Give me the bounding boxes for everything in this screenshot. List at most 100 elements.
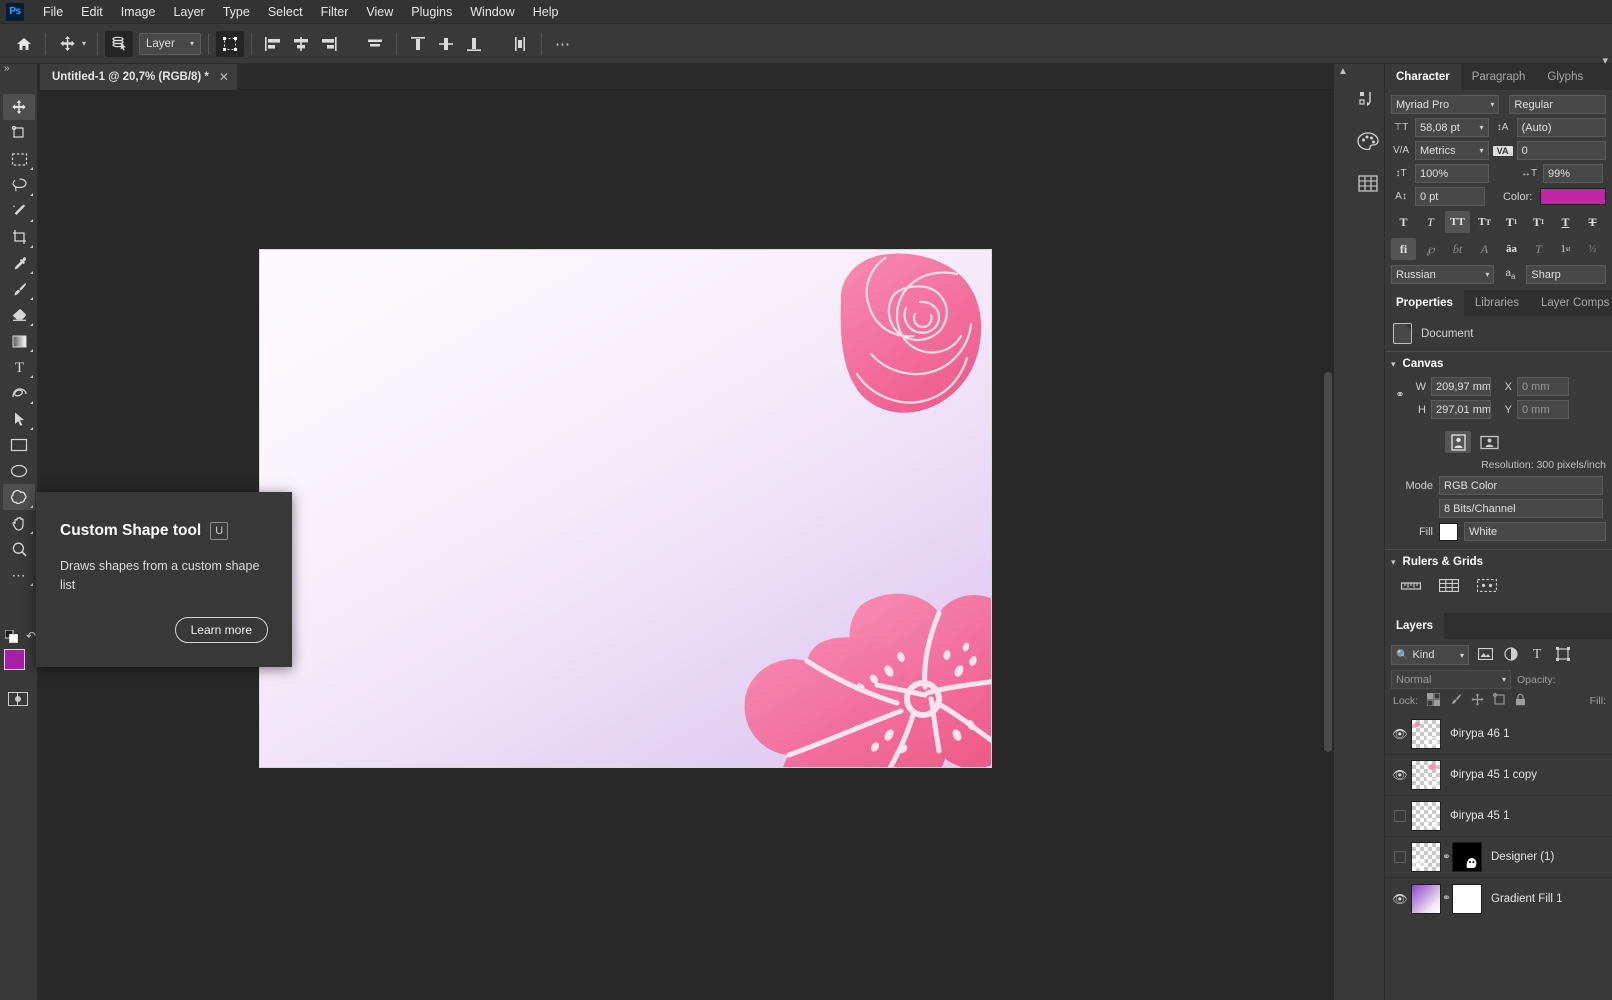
- layer-visibility-toggle[interactable]: [1389, 810, 1411, 822]
- tool-eyedropper[interactable]: [3, 250, 35, 276]
- chevron-down-icon[interactable]: ▾: [1391, 359, 1396, 370]
- quick-mask-icon[interactable]: [8, 692, 28, 706]
- canvas-y-input[interactable]: 0 mm: [1517, 400, 1569, 419]
- type-filter-icon[interactable]: T: [1527, 647, 1547, 663]
- tracking-input[interactable]: 0: [1516, 141, 1606, 160]
- tab-layer-comps[interactable]: Layer Comps: [1530, 290, 1612, 316]
- canvas-section-header[interactable]: ▾ Canvas: [1385, 351, 1612, 375]
- distribute-top-icon[interactable]: [404, 31, 432, 57]
- tool-rectangle[interactable]: [3, 432, 35, 458]
- table-row[interactable]: Фігура 45 1: [1385, 796, 1612, 837]
- all-caps-button[interactable]: TT: [1445, 211, 1470, 233]
- more-options-icon[interactable]: ⋯: [549, 31, 577, 57]
- language-dropdown[interactable]: Russian ▾: [1391, 265, 1495, 284]
- chevron-down-icon[interactable]: ▾: [1391, 557, 1396, 568]
- close-icon[interactable]: ✕: [219, 70, 229, 84]
- tab-glyphs[interactable]: Glyphs: [1536, 64, 1594, 90]
- menu-window[interactable]: Window: [461, 2, 523, 22]
- history-icon[interactable]: [1355, 84, 1382, 114]
- menu-view[interactable]: View: [357, 2, 402, 22]
- learn-more-button[interactable]: Learn more: [174, 617, 268, 643]
- layer-mask-thumbnail[interactable]: [1452, 842, 1482, 872]
- vertical-scale-input[interactable]: 100%: [1415, 164, 1489, 183]
- tool-path-selection[interactable]: [3, 406, 35, 432]
- tool-object-selection[interactable]: [3, 198, 35, 224]
- font-style-dropdown[interactable]: Regular: [1509, 95, 1606, 114]
- layer-kind-filter[interactable]: 🔍 Kind ▾: [1391, 645, 1469, 665]
- orientation-landscape-icon[interactable]: [1476, 431, 1502, 453]
- tool-ellipse[interactable]: [3, 458, 35, 484]
- tab-libraries[interactable]: Libraries: [1464, 290, 1530, 316]
- text-color-swatch[interactable]: [1540, 188, 1606, 205]
- horizontal-scale-input[interactable]: 99%: [1543, 164, 1603, 183]
- menu-file[interactable]: File: [34, 2, 72, 22]
- blend-mode-dropdown[interactable]: Normal ▾: [1391, 670, 1511, 689]
- tab-paragraph[interactable]: Paragraph: [1461, 64, 1537, 90]
- pattern-grid-icon[interactable]: [1355, 168, 1382, 198]
- menu-select[interactable]: Select: [259, 2, 312, 22]
- adjustment-filter-icon[interactable]: [1501, 646, 1521, 664]
- tool-crop[interactable]: [3, 224, 35, 250]
- tool-hand[interactable]: [3, 510, 35, 536]
- oldstyle-button[interactable]: āa: [1499, 238, 1524, 260]
- tool-brush[interactable]: [3, 276, 35, 302]
- home-icon[interactable]: [10, 31, 38, 57]
- subscript-button[interactable]: T1: [1526, 211, 1551, 233]
- tool-zoom[interactable]: [3, 536, 35, 562]
- move-tool-icon[interactable]: [53, 31, 81, 57]
- tool-pen[interactable]: [3, 380, 35, 406]
- link-dimensions-icon[interactable]: ⚭: [1393, 388, 1407, 401]
- stylistic-alternates-button[interactable]: T: [1526, 238, 1551, 260]
- menu-help[interactable]: Help: [524, 2, 568, 22]
- color-swatches-icon[interactable]: [1355, 126, 1382, 156]
- kerning-dropdown[interactable]: Metrics ▾: [1415, 141, 1489, 160]
- layer-thumbnail[interactable]: [1411, 719, 1441, 749]
- strikethrough-button[interactable]: T: [1580, 211, 1605, 233]
- chevron-down-icon[interactable]: ▾: [82, 39, 86, 48]
- layer-thumbnail[interactable]: [1411, 801, 1441, 831]
- foreground-color-swatch[interactable]: [4, 649, 25, 670]
- layer-visibility-toggle[interactable]: [1389, 851, 1411, 863]
- tool-rectangular-marquee[interactable]: [3, 146, 35, 172]
- tool-lasso[interactable]: [3, 172, 35, 198]
- menu-image[interactable]: Image: [112, 2, 165, 22]
- baseline-shift-input[interactable]: 0 pt: [1415, 187, 1485, 206]
- dock-collapse-rail[interactable]: ▲: [1334, 64, 1352, 1000]
- align-top-edges-icon[interactable]: [361, 31, 389, 57]
- font-size-input[interactable]: 58,08 pt ▾: [1415, 118, 1489, 137]
- distribute-spacing-icon[interactable]: [506, 31, 534, 57]
- distribute-vertical-centers-icon[interactable]: [432, 31, 460, 57]
- ordinals-button[interactable]: 1st: [1553, 238, 1578, 260]
- fill-value-dropdown[interactable]: White: [1464, 522, 1606, 541]
- align-left-edges-icon[interactable]: [259, 31, 287, 57]
- swash-button[interactable]: A: [1472, 238, 1497, 260]
- contextual-alternates-button[interactable]: ℘: [1418, 238, 1443, 260]
- menu-filter[interactable]: Filter: [312, 2, 358, 22]
- grid-icon[interactable]: [1438, 578, 1460, 597]
- layer-visibility-toggle[interactable]: 👁: [1389, 727, 1411, 741]
- tool-gradient[interactable]: [3, 328, 35, 354]
- canvas-height-input[interactable]: 297,01 mm: [1431, 400, 1491, 419]
- small-caps-button[interactable]: TT: [1472, 211, 1497, 233]
- table-row[interactable]: 👁 ⚭ Gradient Fill 1: [1385, 878, 1612, 919]
- lock-transparent-icon[interactable]: [1426, 692, 1441, 709]
- align-horizontal-centers-icon[interactable]: [287, 31, 315, 57]
- document-tab[interactable]: Untitled-1 @ 20,7% (RGB/8) * ✕: [40, 64, 237, 90]
- expand-toolbar-icon[interactable]: »: [4, 63, 10, 74]
- auto-select-icon[interactable]: [105, 30, 134, 57]
- menu-type[interactable]: Type: [214, 2, 259, 22]
- faux-bold-button[interactable]: T: [1391, 211, 1416, 233]
- tool-artboard[interactable]: [3, 120, 35, 146]
- table-row[interactable]: 👁 Фігура 45 1 copy: [1385, 755, 1612, 796]
- layer-mask-thumbnail[interactable]: [1452, 883, 1482, 914]
- default-colors-icon[interactable]: [4, 629, 18, 643]
- menu-edit[interactable]: Edit: [72, 2, 112, 22]
- rulers-icon[interactable]: [1400, 579, 1422, 597]
- align-right-edges-icon[interactable]: [315, 31, 343, 57]
- layer-thumbnail[interactable]: [1411, 842, 1441, 872]
- tab-layers[interactable]: Layers: [1385, 613, 1445, 639]
- lock-all-icon[interactable]: [1515, 693, 1526, 709]
- antialias-dropdown[interactable]: Sharp: [1526, 265, 1606, 284]
- distribute-bottom-icon[interactable]: [460, 31, 488, 57]
- layer-thumbnail[interactable]: [1411, 760, 1441, 790]
